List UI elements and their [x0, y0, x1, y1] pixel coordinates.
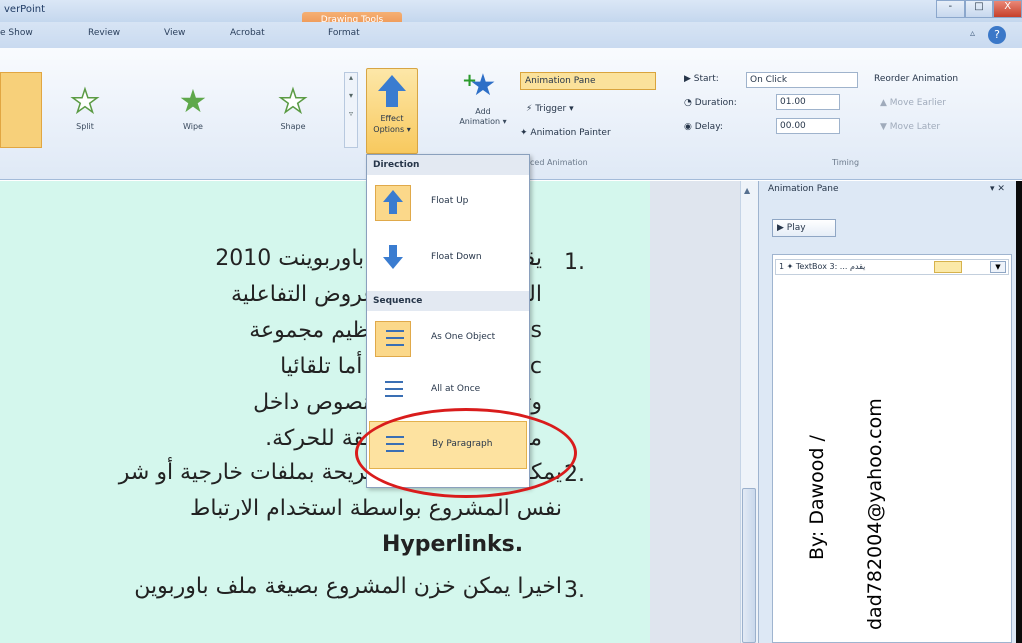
tab-acrobat[interactable]: Acrobat [230, 28, 265, 38]
as-one-object-icon [375, 321, 411, 357]
restore-button[interactable]: □ [964, 0, 994, 18]
effect-options-line2: Options ▾ [373, 125, 411, 134]
tab-format[interactable]: Format [328, 28, 360, 38]
minimize-button[interactable]: - [936, 0, 965, 18]
play-label: Play [786, 223, 806, 233]
as-one-object-label: As One Object [431, 332, 496, 342]
split-label: Split [76, 122, 94, 131]
add-animation-line2: Animation ▾ [459, 117, 507, 126]
play-button[interactable]: ▶ Play [772, 219, 836, 237]
list-number-1: 1. [564, 250, 585, 275]
start-label: ▶ Start: [684, 74, 719, 84]
author-credit: By: Dawood / [806, 435, 828, 560]
effects-gallery-scroll[interactable]: ▴ ▾ ▿ [344, 72, 358, 148]
split-star-icon: ★ [70, 82, 100, 120]
app-title: verPoint [4, 4, 46, 15]
shape-effect-button[interactable]: ★ Shape [268, 82, 318, 131]
add-animation-button[interactable]: ★ Add Animation ▾ [448, 68, 518, 154]
float-down-label: Float Down [431, 252, 482, 262]
delay-field[interactable]: 00.00 [776, 118, 840, 134]
scrollbar-thumb[interactable] [742, 488, 756, 643]
author-email: dad782004@yahoo.com [864, 398, 886, 630]
shape-label: Shape [280, 122, 306, 131]
float-up-option[interactable]: Float Up [369, 179, 527, 227]
effect-options-button[interactable]: Effect Options ▾ [366, 68, 418, 154]
tab-slide-show[interactable]: e Show [0, 28, 33, 38]
list-number-3: 3. [564, 578, 585, 603]
all-at-once-label: All at Once [431, 384, 481, 394]
advanced-animation-group-label: ced Animation [530, 158, 588, 167]
float-down-option[interactable]: Float Down [369, 235, 527, 283]
arrow-up-icon [378, 75, 406, 91]
window-controls: - □ X [936, 0, 1022, 20]
delay-label: ◉ Delay: [684, 122, 723, 132]
highlight-circle-annotation [355, 408, 577, 498]
tab-review[interactable]: Review [88, 28, 120, 38]
slide-text-line-9: Hyperlinks. [382, 532, 524, 557]
float-up-label: Float Up [431, 196, 469, 206]
sequence-header: Sequence [367, 291, 529, 311]
move-later-button: ▼ Move Later [880, 122, 941, 132]
animation-list-entry[interactable]: 1 ✦ TextBox 3: ... يقدم [775, 259, 1009, 275]
reorder-animation-label: Reorder Animation [874, 74, 959, 84]
move-earlier-button: ▲ Move Earlier [880, 98, 946, 108]
timing-group-label: Timing [832, 158, 860, 167]
window-right-edge [1016, 181, 1022, 643]
help-icon[interactable]: ? [988, 26, 1006, 44]
slide-text-line-10: اخيرا يمكن خزن المشروع بصيغة ملف باوربوي… [134, 574, 562, 599]
tab-view[interactable]: View [164, 28, 185, 38]
duration-field[interactable]: 01.00 [776, 94, 840, 110]
direction-header: Direction [367, 155, 529, 175]
entry-dropdown-icon[interactable]: ▼ [990, 261, 1006, 273]
add-animation-star-icon: ★ [469, 68, 497, 103]
trigger-label: Trigger ▾ [535, 104, 574, 114]
timeline-bar [934, 261, 962, 273]
animation-pane-title: Animation Pane [768, 184, 839, 194]
float-down-icon [375, 241, 411, 277]
selected-effect-button[interactable] [0, 72, 42, 148]
wipe-label: Wipe [183, 122, 203, 131]
shape-star-icon: ★ [278, 82, 308, 120]
wipe-effect-button[interactable]: ★ Wipe [168, 84, 218, 131]
animation-pane-button[interactable]: Animation Pane [520, 72, 656, 90]
trigger-button[interactable]: ⚡ Trigger ▾ [526, 104, 574, 114]
float-up-icon [375, 185, 411, 221]
animation-painter-button[interactable]: ✦ Animation Painter [520, 128, 611, 138]
title-bar [0, 0, 1022, 22]
scroll-up-icon[interactable]: ▲ [744, 186, 750, 195]
close-button[interactable]: X [993, 0, 1022, 18]
split-effect-button[interactable]: ★ Split [60, 82, 110, 131]
animation-painter-label: Animation Painter [530, 128, 611, 138]
plus-icon: + [462, 70, 478, 91]
as-one-object-option[interactable]: As One Object [369, 315, 527, 363]
minimize-ribbon-icon[interactable]: ▵ [970, 28, 975, 39]
wipe-star-icon: ★ [178, 82, 208, 120]
duration-label: ◔ Duration: [684, 98, 737, 108]
pane-close-icon[interactable]: ▾ ✕ [990, 184, 1005, 194]
ribbon-tab-row [0, 22, 1022, 48]
add-animation-line1: Add [475, 107, 491, 116]
slide-text-line-8: نفس المشروع بواسطة استخدام الارتباط [190, 496, 562, 521]
start-select[interactable]: On Click [746, 72, 858, 88]
all-at-once-icon [375, 373, 411, 409]
effect-options-line1: Effect [380, 114, 404, 123]
